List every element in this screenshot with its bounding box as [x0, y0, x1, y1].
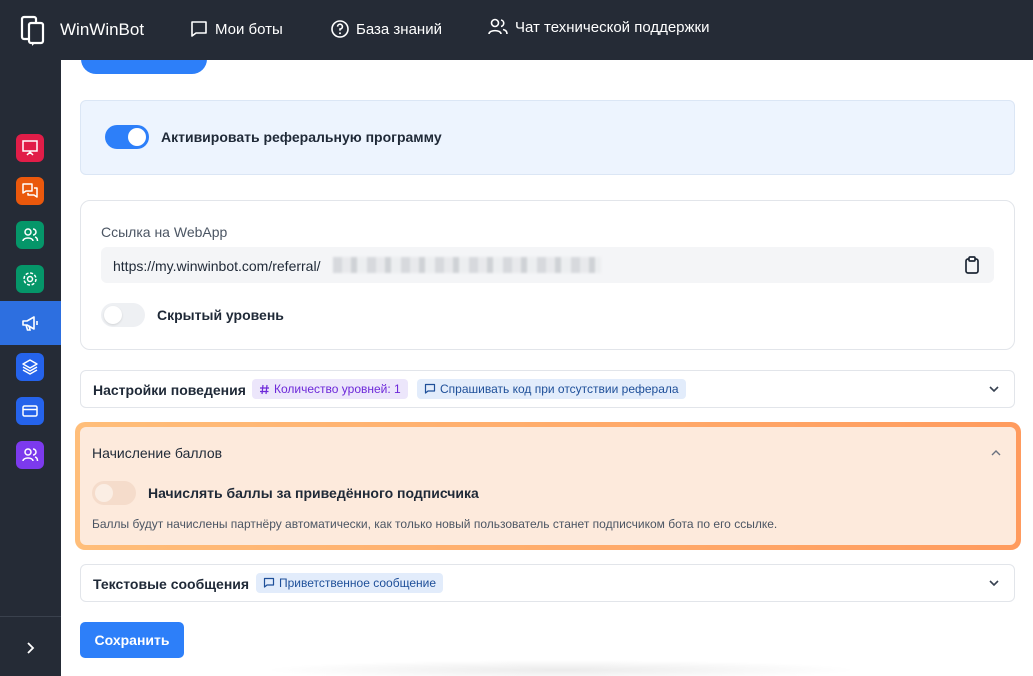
layers-icon — [22, 359, 38, 375]
behavior-settings-accordion[interactable]: Настройки поведения Количество уровней: … — [80, 370, 1015, 408]
welcome-message-badge: Приветственное сообщение — [256, 573, 443, 593]
webapp-link-field[interactable]: https://my.winwinbot.com/referral/ — [101, 247, 994, 283]
save-button[interactable]: Сохранить — [80, 622, 184, 658]
sidebar-item-payments[interactable] — [16, 397, 44, 425]
sidebar-item-partners[interactable] — [16, 441, 44, 469]
activate-referral-toggle[interactable] — [105, 125, 149, 149]
points-accrual-description: Баллы будут начислены партнёру автоматич… — [92, 517, 778, 531]
chat-bubble-icon — [263, 577, 275, 588]
sidebar-item-users[interactable] — [16, 221, 44, 249]
card-icon — [22, 405, 38, 417]
brand-name[interactable]: WinWinBot — [60, 20, 144, 40]
nav-knowledge-base-label: База знаний — [356, 20, 442, 38]
hash-icon — [260, 384, 269, 394]
webapp-link-text: https://my.winwinbot.com/referral/ — [113, 258, 321, 274]
logo-icon — [20, 15, 45, 46]
bottom-shadow — [261, 660, 861, 676]
nav-support-chat-label: Чат технической поддержки — [515, 18, 710, 36]
chevron-right-icon[interactable] — [20, 638, 40, 658]
sidebar — [0, 60, 61, 676]
chevron-down-icon[interactable] — [988, 577, 1000, 589]
nav-knowledge-base[interactable]: База знаний — [330, 19, 442, 39]
nav-my-bots[interactable]: Мои боты — [189, 19, 283, 39]
points-accrual-toggle[interactable] — [92, 481, 136, 505]
text-messages-accordion[interactable]: Текстовые сообщения Приветственное сообщ… — [80, 564, 1015, 602]
levels-count-badge: Количество уровней: 1 — [252, 379, 408, 399]
question-circle-icon — [331, 20, 349, 38]
hidden-level-label: Скрытый уровень — [157, 307, 284, 323]
megaphone-icon — [22, 316, 38, 331]
sidebar-item-referral[interactable] — [16, 309, 44, 337]
nav-support-chat[interactable]: Чат технической поддержки — [487, 17, 710, 37]
clipboard-icon[interactable] — [962, 255, 982, 275]
sidebar-item-presentation[interactable] — [16, 134, 44, 162]
users-icon — [22, 228, 39, 242]
text-messages-title: Текстовые сообщения — [93, 576, 250, 592]
chat-bubble-icon — [191, 21, 207, 37]
sidebar-divider — [0, 616, 61, 617]
chat-bubble-icon — [424, 383, 436, 394]
users-icon — [22, 448, 39, 462]
points-accrual-title: Начисление баллов — [92, 445, 223, 461]
sidebar-item-settings[interactable] — [16, 265, 44, 293]
presentation-icon — [22, 140, 38, 156]
hidden-level-toggle[interactable] — [101, 303, 145, 327]
sidebar-item-layers[interactable] — [16, 353, 44, 381]
activate-referral-label: Активировать реферальную программу — [161, 129, 442, 145]
gear-icon — [23, 272, 37, 286]
ask-code-badge: Спрашивать код при отсутствии реферала — [417, 379, 686, 399]
activation-card: Активировать реферальную программу — [80, 100, 1015, 175]
top-bar: WinWinBot Мои боты База знаний Чат техни… — [0, 0, 1033, 60]
webapp-link-card: Ссылка на WebApp https://my.winwinbot.co… — [80, 200, 1015, 350]
points-accrual-highlight: Начисление баллов Начислять баллы за при… — [75, 422, 1021, 550]
sidebar-item-chats[interactable] — [16, 177, 44, 205]
chevron-down-icon[interactable] — [988, 383, 1000, 395]
main-content: Активировать реферальную программу Ссылк… — [61, 0, 1033, 676]
chevron-up-icon[interactable] — [990, 447, 1002, 459]
points-accrual-label: Начислять баллы за приведённого подписчи… — [148, 485, 479, 501]
redacted-link-code — [333, 257, 601, 273]
chats-icon — [22, 183, 38, 198]
nav-my-bots-label: Мои боты — [215, 20, 283, 38]
behavior-settings-title: Настройки поведения — [93, 382, 246, 398]
users-icon — [488, 18, 508, 35]
points-accrual-accordion[interactable]: Начисление баллов Начислять баллы за при… — [80, 427, 1016, 545]
webapp-link-title: Ссылка на WebApp — [101, 224, 228, 240]
